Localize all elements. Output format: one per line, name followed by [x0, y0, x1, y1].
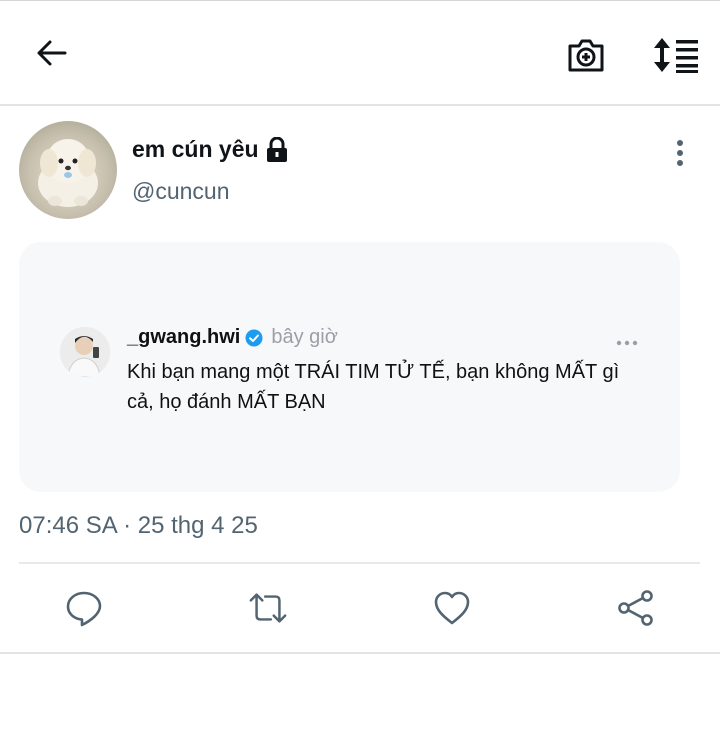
heart-icon — [434, 591, 470, 625]
share-icon — [618, 590, 653, 626]
sort-list-icon — [654, 38, 698, 73]
lock-icon — [266, 136, 287, 162]
retweet-button[interactable] — [248, 588, 288, 628]
quoted-post-image[interactable]: _gwang.hwi bây giờ Khi bạn mang một TRÁI… — [19, 242, 680, 492]
top-app-bar — [0, 0, 720, 106]
display-name[interactable]: em cún yêu — [132, 136, 289, 163]
share-button[interactable] — [616, 588, 656, 628]
embed-username-text: _gwang.hwi — [127, 326, 241, 348]
avatar[interactable] — [19, 121, 117, 219]
tweet-timestamp[interactable]: 07:46 SA · 25 thg 4 25 — [19, 512, 258, 540]
embed-username: _gwang.hwi bây giờ — [127, 326, 338, 349]
embed-time: bây giờ — [271, 326, 338, 348]
more-vertical-icon — [677, 140, 683, 166]
action-bar — [0, 564, 720, 652]
retweet-icon — [249, 593, 287, 623]
more-options-button[interactable] — [668, 138, 692, 168]
sort-button[interactable] — [650, 31, 702, 79]
puppy-avatar-image — [38, 139, 98, 207]
embed-avatar — [60, 327, 110, 377]
user-handle[interactable]: @cuncun — [132, 178, 230, 205]
embed-more-icon — [615, 334, 639, 346]
reply-button[interactable] — [64, 588, 104, 628]
back-button[interactable] — [30, 31, 74, 75]
camera-button[interactable] — [562, 31, 610, 79]
verified-badge-icon — [245, 329, 263, 346]
person-avatar-image — [60, 327, 110, 377]
camera-plus-icon — [568, 39, 604, 72]
embed-post-text: Khi bạn mang một TRÁI TIM TỬ TẾ, bạn khô… — [127, 361, 620, 413]
reply-icon — [66, 591, 102, 627]
like-button[interactable] — [432, 588, 472, 628]
bottom-divider — [0, 652, 720, 654]
arrow-left-icon — [37, 40, 67, 66]
display-name-text: em cún yêu — [132, 136, 259, 162]
tweet-header: em cún yêu @cuncun — [0, 106, 720, 236]
more-horizontal-icon — [616, 340, 638, 346]
